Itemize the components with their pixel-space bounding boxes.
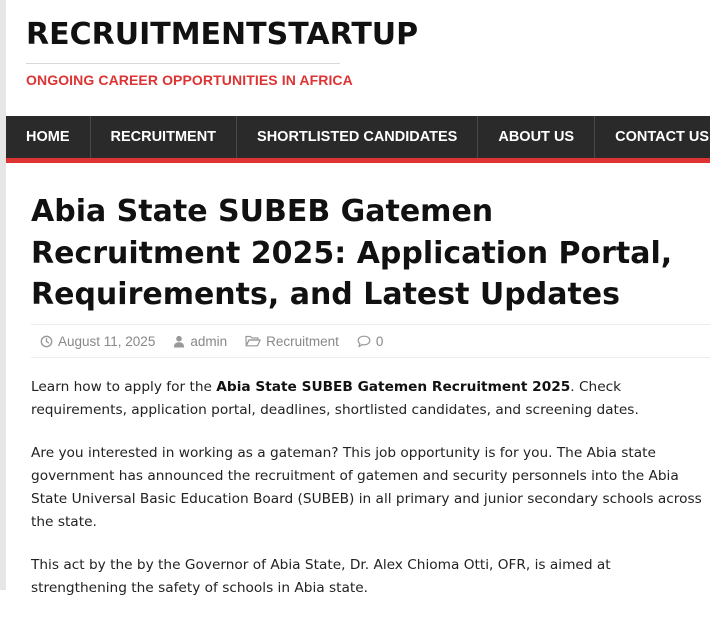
article-content: Learn how to apply for the Abia State SU… bbox=[31, 376, 706, 620]
clock-icon bbox=[40, 335, 53, 347]
nav-item-shortlisted-candidates[interactable]: SHORTLISTED CANDIDATES bbox=[237, 116, 479, 158]
page-left-edge bbox=[0, 0, 6, 590]
site-tagline: ONGOING CAREER OPPORTUNITIES IN AFRICA bbox=[26, 72, 353, 88]
paragraph-1-intro: Learn how to apply for the bbox=[31, 379, 217, 395]
article-meta-bar: August 11, 2025 admin Recruitment 0 bbox=[31, 324, 710, 358]
nav-item-home[interactable]: HOME bbox=[6, 116, 91, 158]
meta-category-text: Recruitment bbox=[266, 333, 339, 349]
nav-item-about-us[interactable]: ABOUT US bbox=[478, 116, 596, 158]
article-paragraph-2: Are you interested in working as a gatem… bbox=[31, 445, 702, 530]
folder-icon bbox=[245, 335, 261, 347]
article-paragraph-1: Learn how to apply for the Abia State SU… bbox=[31, 376, 706, 422]
meta-author[interactable]: admin bbox=[173, 334, 227, 349]
nav-item-contact-us[interactable]: CONTACT US bbox=[595, 116, 710, 158]
meta-comments[interactable]: 0 bbox=[357, 333, 384, 349]
meta-comments-count: 0 bbox=[375, 333, 384, 349]
site-header: RECRUITMENTSTARTUP ONGOING CAREER OPPORT… bbox=[26, 17, 418, 88]
paragraph-1-bold: Abia State SUBEB Gatemen Recruitment 202… bbox=[216, 379, 571, 395]
header-divider bbox=[26, 63, 340, 64]
meta-date-text: August 11, 2025 bbox=[58, 333, 156, 349]
comment-icon bbox=[357, 335, 371, 347]
meta-category[interactable]: Recruitment bbox=[245, 334, 339, 349]
main-navigation: HOME RECRUITMENT SHORTLISTED CANDIDATES … bbox=[6, 116, 710, 163]
article-paragraph-3: This act by the by the Governor of Abia … bbox=[31, 557, 611, 596]
nav-item-recruitment[interactable]: RECRUITMENT bbox=[91, 116, 238, 158]
site-title[interactable]: RECRUITMENTSTARTUP bbox=[26, 17, 418, 53]
meta-author-text: admin bbox=[190, 333, 228, 349]
user-icon bbox=[174, 335, 185, 348]
meta-date[interactable]: August 11, 2025 bbox=[40, 334, 155, 349]
article-title: Abia State SUBEB Gatemen Recruitment 202… bbox=[31, 194, 673, 312]
